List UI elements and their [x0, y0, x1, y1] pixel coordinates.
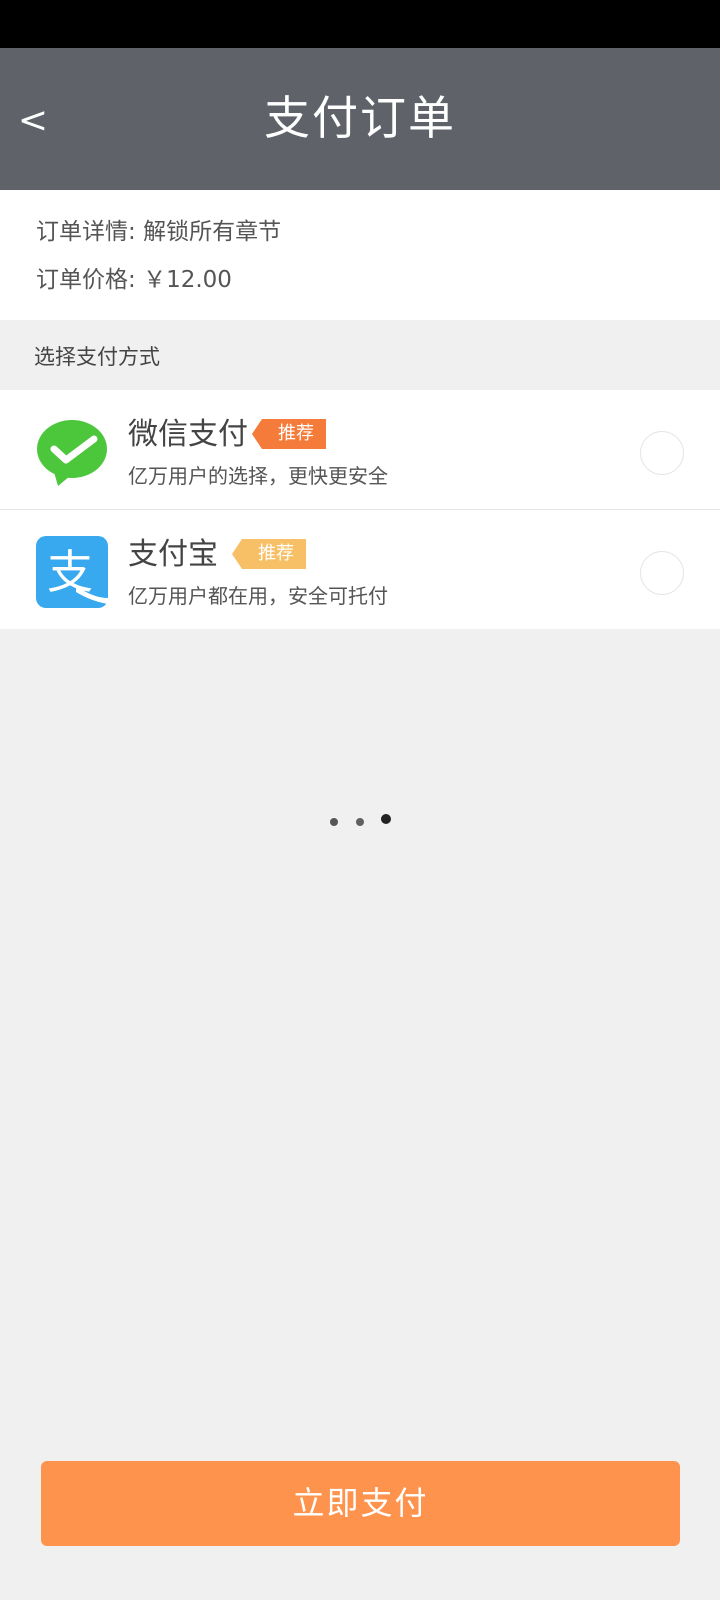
alipay-icon: 支: [36, 536, 108, 608]
status-bar: [0, 0, 720, 48]
payment-option-description: 亿万用户都在用，安全可托付: [128, 584, 388, 608]
pay-now-button[interactable]: 立即支付: [41, 1461, 680, 1546]
order-detail-row: 订单详情: 解锁所有章节: [36, 216, 281, 248]
header: < 支付订单: [0, 48, 720, 190]
payment-option-name: 微信支付: [128, 417, 248, 452]
order-price-value: ￥12.00: [143, 267, 232, 293]
alipay-icon-glyph: 支: [47, 545, 93, 599]
order-detail-value: 解锁所有章节: [143, 219, 282, 245]
loading-dot: [356, 818, 364, 826]
loading-indicator: [322, 812, 402, 828]
loading-dot: [381, 814, 391, 824]
payment-option-wechat[interactable]: 微信支付 推荐 亿万用户的选择，更快更安全: [0, 390, 720, 509]
recommend-badge: 推荐: [252, 419, 326, 449]
order-detail-label: 订单详情:: [36, 219, 136, 245]
payment-method-list: 微信支付 推荐 亿万用户的选择，更快更安全 支 支付宝 推荐 亿万用户都在用，安…: [0, 390, 720, 629]
recommend-badge: 推荐: [232, 539, 306, 569]
payment-radio-alipay[interactable]: [640, 551, 684, 595]
payment-section-label: 选择支付方式: [34, 345, 160, 369]
payment-option-alipay[interactable]: 支 支付宝 推荐 亿万用户都在用，安全可托付: [0, 509, 720, 629]
payment-option-name: 支付宝: [128, 537, 218, 572]
order-summary: 订单详情: 解锁所有章节 订单价格: ￥12.00: [0, 190, 720, 320]
page-title: 支付订单: [264, 91, 456, 145]
order-price-label: 订单价格:: [36, 267, 136, 293]
wechat-pay-icon: [37, 420, 107, 486]
payment-radio-wechat[interactable]: [640, 431, 684, 475]
order-price-row: 订单价格: ￥12.00: [36, 264, 232, 296]
payment-option-description: 亿万用户的选择，更快更安全: [128, 464, 388, 488]
loading-dot: [330, 818, 338, 826]
